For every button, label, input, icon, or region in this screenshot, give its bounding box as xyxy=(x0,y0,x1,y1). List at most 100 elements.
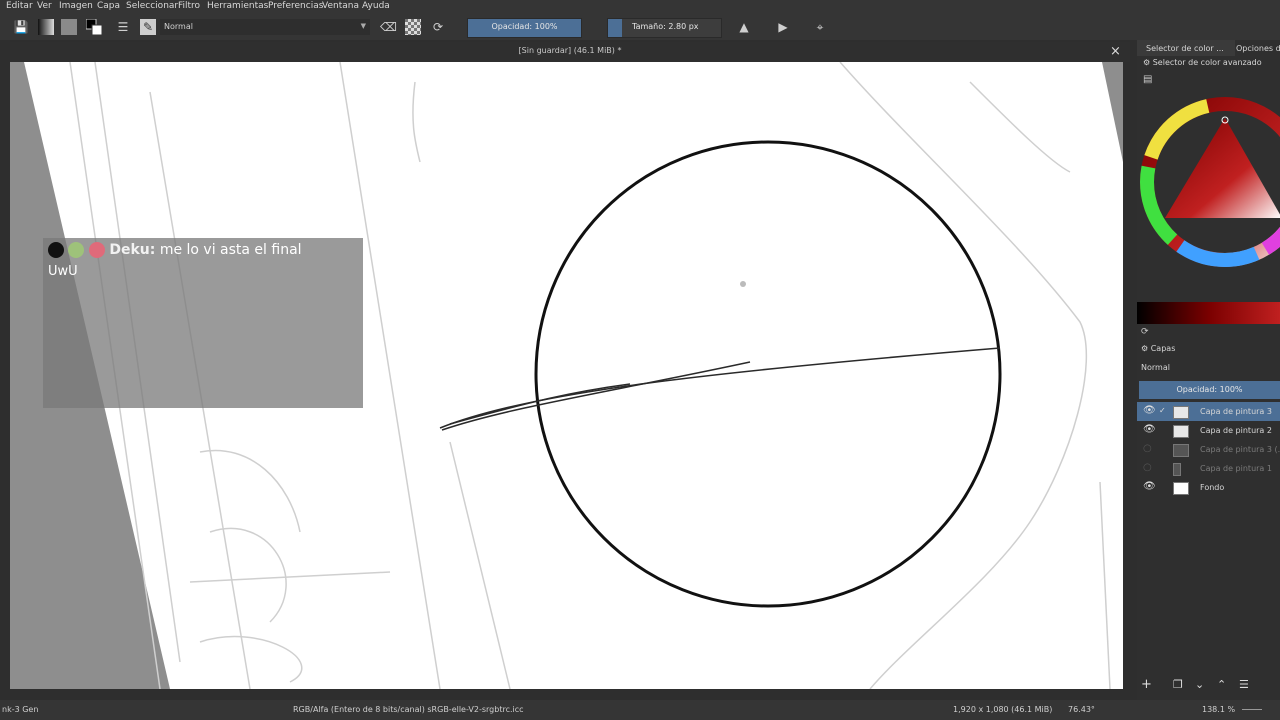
badge-icon xyxy=(88,242,105,258)
gear-icon[interactable]: ⚙ xyxy=(1141,344,1148,353)
circle-stroke xyxy=(534,140,1002,608)
menu-capa[interactable]: Capa xyxy=(97,1,120,11)
refresh-icon[interactable]: ⟳ xyxy=(1141,327,1149,337)
chat-message: me lo vi asta el final xyxy=(159,242,302,258)
horizon-strokes xyxy=(439,347,1001,431)
menu-seleccionar[interactable]: Seleccionar xyxy=(126,1,178,11)
layer-actions: + ❐ ⌄ ⌃ ☰ xyxy=(1137,676,1280,696)
center-dot xyxy=(740,281,746,287)
menu-editar[interactable]: Editar xyxy=(6,1,33,11)
status-color-profile: RGB/Alfa (Entero de 8 bits/canal) sRGB-e… xyxy=(293,705,524,714)
menu-ver[interactable]: Ver xyxy=(37,1,52,11)
layers-opacity-label: Opacidad: 100% xyxy=(1176,385,1243,394)
status-rotation[interactable]: 76.43° xyxy=(1068,705,1095,714)
document-tab-bar: [Sin guardar] (46.1 MiB) * × xyxy=(10,42,1130,62)
layer-menu-icon[interactable]: ☰ xyxy=(1239,678,1249,691)
list-icon[interactable]: ▤ xyxy=(1143,74,1152,85)
status-brush: nk-3 Gen xyxy=(2,705,39,714)
layer-row[interactable]: 👁 Capa de pintura 2 xyxy=(1137,421,1280,440)
layer-row[interactable]: 👁 Fondo xyxy=(1137,478,1280,497)
brush-preset-icon[interactable]: ✎ xyxy=(140,19,156,35)
duplicate-layer-icon[interactable]: ❐ xyxy=(1173,678,1183,691)
tab-color-selector[interactable]: Selector de color ... xyxy=(1137,40,1235,56)
alpha-lock-icon[interactable] xyxy=(405,19,421,35)
tab-color-selector-label: Selector de color ... xyxy=(1146,44,1224,53)
layers-opacity-slider[interactable]: Opacidad: 100% xyxy=(1139,381,1280,399)
menu-ventana[interactable]: Ventana xyxy=(322,1,359,11)
layer-thumbnail xyxy=(1173,444,1189,457)
chat-overlay: Deku: me lo vi asta el final UwU xyxy=(43,238,363,408)
document-title: [Sin guardar] (46.1 MiB) * xyxy=(518,46,622,55)
reload-icon[interactable]: ⟳ xyxy=(430,19,446,35)
menu-filtro[interactable]: Filtro xyxy=(178,1,200,11)
fg-bg-color-icon xyxy=(85,18,103,36)
layer-row[interactable]: ○ Capa de pintura 3 (... xyxy=(1137,440,1280,459)
color-history-bar[interactable] xyxy=(1137,302,1280,324)
size-slider[interactable]: Tamaño: 2.80 px xyxy=(607,18,722,38)
crop-icon[interactable]: ⌖ xyxy=(812,19,828,35)
color-selector-label: Selector de color avanzado xyxy=(1152,58,1262,67)
gear-icon[interactable]: ⚙ xyxy=(1143,58,1150,67)
add-layer-icon[interactable]: + xyxy=(1141,677,1152,692)
size-label: Tamaño: 2.80 px xyxy=(632,22,699,31)
status-dimensions: 1,920 x 1,080 (46.1 MiB) xyxy=(953,705,1053,714)
saturation-triangle xyxy=(1165,118,1280,218)
menu-ayuda[interactable]: Ayuda xyxy=(362,1,390,11)
gradient-icon[interactable] xyxy=(38,19,54,35)
layers-title-label: Capas xyxy=(1150,344,1176,353)
canvas-edge-shadow-right xyxy=(1102,62,1123,162)
layer-thumbnail xyxy=(1173,406,1189,419)
eye-icon[interactable]: 👁 xyxy=(1143,405,1156,416)
move-down-icon[interactable]: ⌄ xyxy=(1195,678,1204,691)
mirror-vertical-icon[interactable]: ▶ xyxy=(775,19,791,35)
eye-icon[interactable]: 👁 xyxy=(1143,481,1156,492)
right-docker: Selector de color ... Opciones de ⚙ Sele… xyxy=(1137,40,1280,700)
chevron-down-icon: ▼ xyxy=(360,22,366,30)
layer-name: Capa de pintura 3 (... xyxy=(1200,445,1280,454)
status-bar: nk-3 Gen RGB/Alfa (Entero de 8 bits/cana… xyxy=(0,700,1280,720)
chat-message-line2: UwU xyxy=(48,264,78,279)
layer-row[interactable]: 👁 ✓ Capa de pintura 3 xyxy=(1137,402,1280,421)
eye-icon[interactable]: 👁 xyxy=(1143,424,1156,435)
layers-blend-mode[interactable]: Normal xyxy=(1141,363,1170,372)
color-wheel[interactable] xyxy=(1137,96,1280,276)
menu-herramientas[interactable]: Herramientas xyxy=(207,1,268,11)
menu-preferencias[interactable]: Preferencias xyxy=(268,1,323,11)
mirror-horizontal-icon[interactable]: ▲ xyxy=(736,19,752,35)
save-icon[interactable]: 💾 xyxy=(13,19,29,35)
opacity-slider[interactable]: Opacidad: 100% xyxy=(467,18,582,38)
blend-mode-select[interactable]: Normal ▼ xyxy=(160,19,370,35)
opacity-label: Opacidad: 100% xyxy=(491,22,558,31)
status-zoom[interactable]: 138.1 % xyxy=(1202,705,1235,714)
chat-message-line: Deku: me lo vi asta el final xyxy=(48,242,302,258)
layer-name: Fondo xyxy=(1200,483,1225,492)
move-up-icon[interactable]: ⌃ xyxy=(1217,678,1226,691)
chat-username: Deku: xyxy=(109,242,156,258)
toolbar: 💾 ☰ ✎ Normal ▼ ⌫ ⟳ Opacidad: 100% Tamaño… xyxy=(0,14,1280,40)
layer-thumbnail xyxy=(1173,425,1189,438)
menu-imagen[interactable]: Imagen xyxy=(59,1,93,11)
close-icon[interactable]: × xyxy=(1110,44,1121,59)
layer-name: Capa de pintura 3 xyxy=(1200,407,1272,416)
tiktok-icon xyxy=(48,242,64,258)
tab-options[interactable]: Opciones de xyxy=(1236,44,1280,53)
color-selector-title: ⚙ Selector de color avanzado xyxy=(1143,58,1262,67)
check-icon[interactable]: ✓ xyxy=(1159,406,1166,415)
eye-closed-icon[interactable]: ○ xyxy=(1143,462,1152,473)
eye-closed-icon[interactable]: ○ xyxy=(1143,443,1152,454)
blend-mode-value: Normal xyxy=(164,22,193,31)
layer-thumbnail xyxy=(1173,463,1181,476)
zoom-slider[interactable] xyxy=(1242,709,1262,710)
layer-thumbnail xyxy=(1173,482,1189,495)
color-swatch-icon[interactable] xyxy=(85,18,103,36)
pattern-icon[interactable] xyxy=(61,19,77,35)
brush-settings-icon[interactable]: ☰ xyxy=(115,19,131,35)
layer-row[interactable]: ○ Capa de pintura 1 xyxy=(1137,459,1280,478)
layers-title: ⚙ Capas xyxy=(1141,344,1175,353)
avatar xyxy=(68,242,85,258)
menu-bar: Editar Ver Imagen Capa Seleccionar Filtr… xyxy=(0,0,1280,14)
size-fill xyxy=(608,19,622,37)
layer-name: Capa de pintura 1 xyxy=(1200,464,1272,473)
layer-name: Capa de pintura 2 xyxy=(1200,426,1272,435)
eraser-icon[interactable]: ⌫ xyxy=(380,19,397,35)
